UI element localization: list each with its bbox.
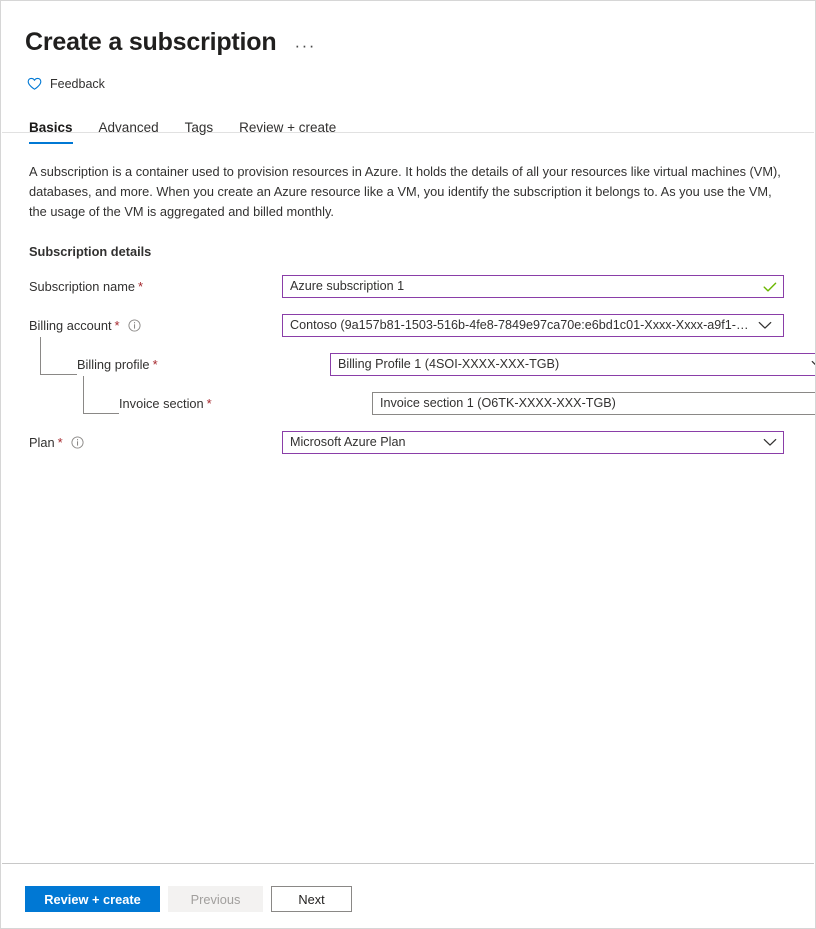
dropdown-plan[interactable]: Microsoft Azure Plan: [282, 431, 784, 454]
blade-footer: Review + create Previous Next: [1, 864, 815, 912]
tab-list: Basics Advanced Tags Review + create: [1, 99, 815, 144]
label-cell-plan: Plan *: [29, 431, 282, 454]
tab-review-create[interactable]: Review + create: [239, 120, 336, 144]
required-indicator: *: [58, 435, 63, 450]
field-row-subscription-name: Subscription name * Azure subscription 1: [29, 275, 791, 298]
dropdown-value-plan: Microsoft Azure Plan: [290, 432, 757, 453]
command-bar: Feedback: [1, 57, 815, 99]
checkmark-icon: [763, 281, 777, 293]
dropdown-value-invoice-section: Invoice section 1 (O6TK-XXXX-XXX-TGB): [380, 393, 816, 414]
required-indicator: *: [115, 318, 120, 333]
chevron-down-icon: [811, 360, 816, 369]
tab-advanced[interactable]: Advanced: [99, 120, 159, 144]
dropdown-invoice-section[interactable]: Invoice section 1 (O6TK-XXXX-XXX-TGB): [372, 392, 816, 415]
field-row-billing-profile: Billing profile * Billing Profile 1 (4SO…: [29, 353, 791, 376]
input-value-subscription-name: Azure subscription 1: [290, 276, 757, 297]
label-billing-profile: Billing profile: [77, 357, 150, 372]
label-cell-billing-account: Billing account *: [29, 314, 282, 337]
info-icon-billing-account[interactable]: [128, 319, 141, 332]
chevron-down-icon: [758, 321, 772, 330]
field-row-plan: Plan * Microsoft Azure Plan: [29, 431, 791, 454]
feedback-label: Feedback: [50, 77, 105, 91]
label-invoice-section: Invoice section: [119, 396, 204, 411]
create-subscription-blade: Create a subscription ··· Feedback Basic…: [0, 0, 816, 929]
label-plan: Plan: [29, 435, 55, 450]
subscription-details-form: Subscription name * Azure subscription 1…: [29, 275, 791, 454]
review-create-button[interactable]: Review + create: [25, 886, 160, 912]
required-indicator: *: [207, 396, 212, 411]
label-cell-invoice-section: Invoice section *: [29, 392, 372, 415]
required-indicator: *: [138, 279, 143, 294]
dropdown-value-billing-profile: Billing Profile 1 (4SOI-XXXX-XXX-TGB): [338, 354, 805, 375]
previous-button: Previous: [168, 886, 263, 912]
heart-icon: [27, 77, 42, 91]
label-cell-billing-profile: Billing profile *: [29, 353, 330, 376]
chevron-down-icon: [763, 438, 777, 447]
page-title: Create a subscription: [25, 27, 276, 57]
field-row-billing-account: Billing account * Contoso (9a157b81-1503…: [29, 314, 791, 337]
feedback-button[interactable]: Feedback: [25, 75, 107, 93]
blade-header: Create a subscription ···: [1, 1, 815, 57]
input-subscription-name[interactable]: Azure subscription 1: [282, 275, 784, 298]
tab-tags[interactable]: Tags: [185, 120, 214, 144]
label-subscription-name: Subscription name: [29, 279, 135, 294]
field-row-invoice-section: Invoice section * Invoice section 1 (O6T…: [29, 392, 791, 415]
info-icon-plan[interactable]: [71, 436, 84, 449]
blade-content: A subscription is a container used to pr…: [1, 162, 815, 454]
label-cell-subscription-name: Subscription name *: [29, 275, 282, 298]
section-heading-subscription-details: Subscription details: [29, 244, 791, 259]
dropdown-billing-profile[interactable]: Billing Profile 1 (4SOI-XXXX-XXX-TGB): [330, 353, 816, 376]
next-button[interactable]: Next: [271, 886, 352, 912]
required-indicator: *: [153, 357, 158, 372]
intro-paragraph: A subscription is a container used to pr…: [29, 162, 781, 222]
label-billing-account: Billing account: [29, 318, 112, 333]
dropdown-billing-account[interactable]: Contoso (9a157b81-1503-516b-4fe8-7849e97…: [282, 314, 784, 337]
overflow-menu-icon[interactable]: ···: [294, 41, 315, 51]
dropdown-value-billing-account: Contoso (9a157b81-1503-516b-4fe8-7849e97…: [290, 315, 752, 336]
tab-basics[interactable]: Basics: [29, 120, 73, 144]
